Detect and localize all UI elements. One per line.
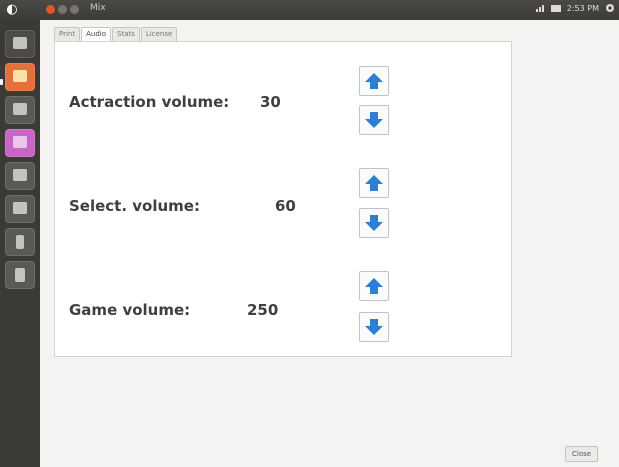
attraction-volume-label: Actraction volume:	[69, 93, 230, 111]
game-volume-value: 250	[247, 301, 279, 319]
top-panel: ◐ Mix 2:53 PM	[0, 0, 619, 20]
attraction-volume-up-button[interactable]	[359, 66, 389, 96]
tab-stats[interactable]: Stats	[112, 27, 140, 41]
window-close-icon[interactable]	[46, 5, 55, 14]
arrow-up-icon	[365, 73, 383, 89]
launcher-drive-icon[interactable]	[5, 228, 35, 256]
window-minimize-icon[interactable]	[58, 5, 67, 14]
launcher-chart-icon[interactable]	[5, 195, 35, 223]
launcher-app-icon[interactable]	[5, 63, 35, 91]
game-volume-up-button[interactable]	[359, 271, 389, 301]
app-window: Print Audio Stats License Actraction vol…	[40, 20, 619, 467]
launcher-terminal-icon[interactable]	[5, 96, 35, 124]
tab-audio[interactable]: Audio	[81, 27, 112, 41]
clock[interactable]: 2:53 PM	[567, 4, 599, 13]
tab-bar: Print Audio Stats License	[54, 27, 178, 41]
game-volume-down-button[interactable]	[359, 312, 389, 342]
launcher-picture-icon[interactable]	[5, 129, 35, 157]
audio-settings-panel: Actraction volume: 30 Select. volume: 60…	[54, 41, 512, 357]
arrow-up-icon	[365, 175, 383, 191]
select-volume-value: 60	[275, 197, 296, 215]
tab-license[interactable]: License	[140, 27, 178, 41]
arrow-up-icon	[365, 278, 383, 294]
launcher-trash-icon[interactable]	[5, 261, 35, 289]
indicator-area: 2:53 PM	[535, 3, 615, 13]
window-controls	[46, 5, 79, 14]
launcher	[0, 20, 40, 467]
close-button[interactable]: Close	[565, 446, 599, 462]
select-volume-up-button[interactable]	[359, 168, 389, 198]
game-volume-label: Game volume:	[69, 301, 191, 319]
launcher-files-icon[interactable]	[5, 30, 35, 58]
arrow-down-icon	[365, 112, 383, 128]
ubuntu-logo-icon[interactable]: ◐	[4, 2, 20, 18]
arrow-down-icon	[365, 319, 383, 335]
running-indicator	[0, 79, 3, 85]
settings-gear-icon[interactable]	[605, 3, 615, 13]
arrow-down-icon	[365, 215, 383, 231]
tab-print[interactable]: Print	[54, 27, 81, 41]
select-volume-down-button[interactable]	[359, 208, 389, 238]
attraction-volume-down-button[interactable]	[359, 105, 389, 135]
attraction-volume-value: 30	[260, 93, 281, 111]
select-volume-label: Select. volume:	[69, 197, 200, 215]
network-icon[interactable]	[535, 3, 545, 13]
app-title: Mix	[90, 3, 106, 13]
mail-icon[interactable]	[550, 3, 561, 13]
window-maximize-icon[interactable]	[70, 5, 79, 14]
launcher-document-icon[interactable]	[5, 162, 35, 190]
